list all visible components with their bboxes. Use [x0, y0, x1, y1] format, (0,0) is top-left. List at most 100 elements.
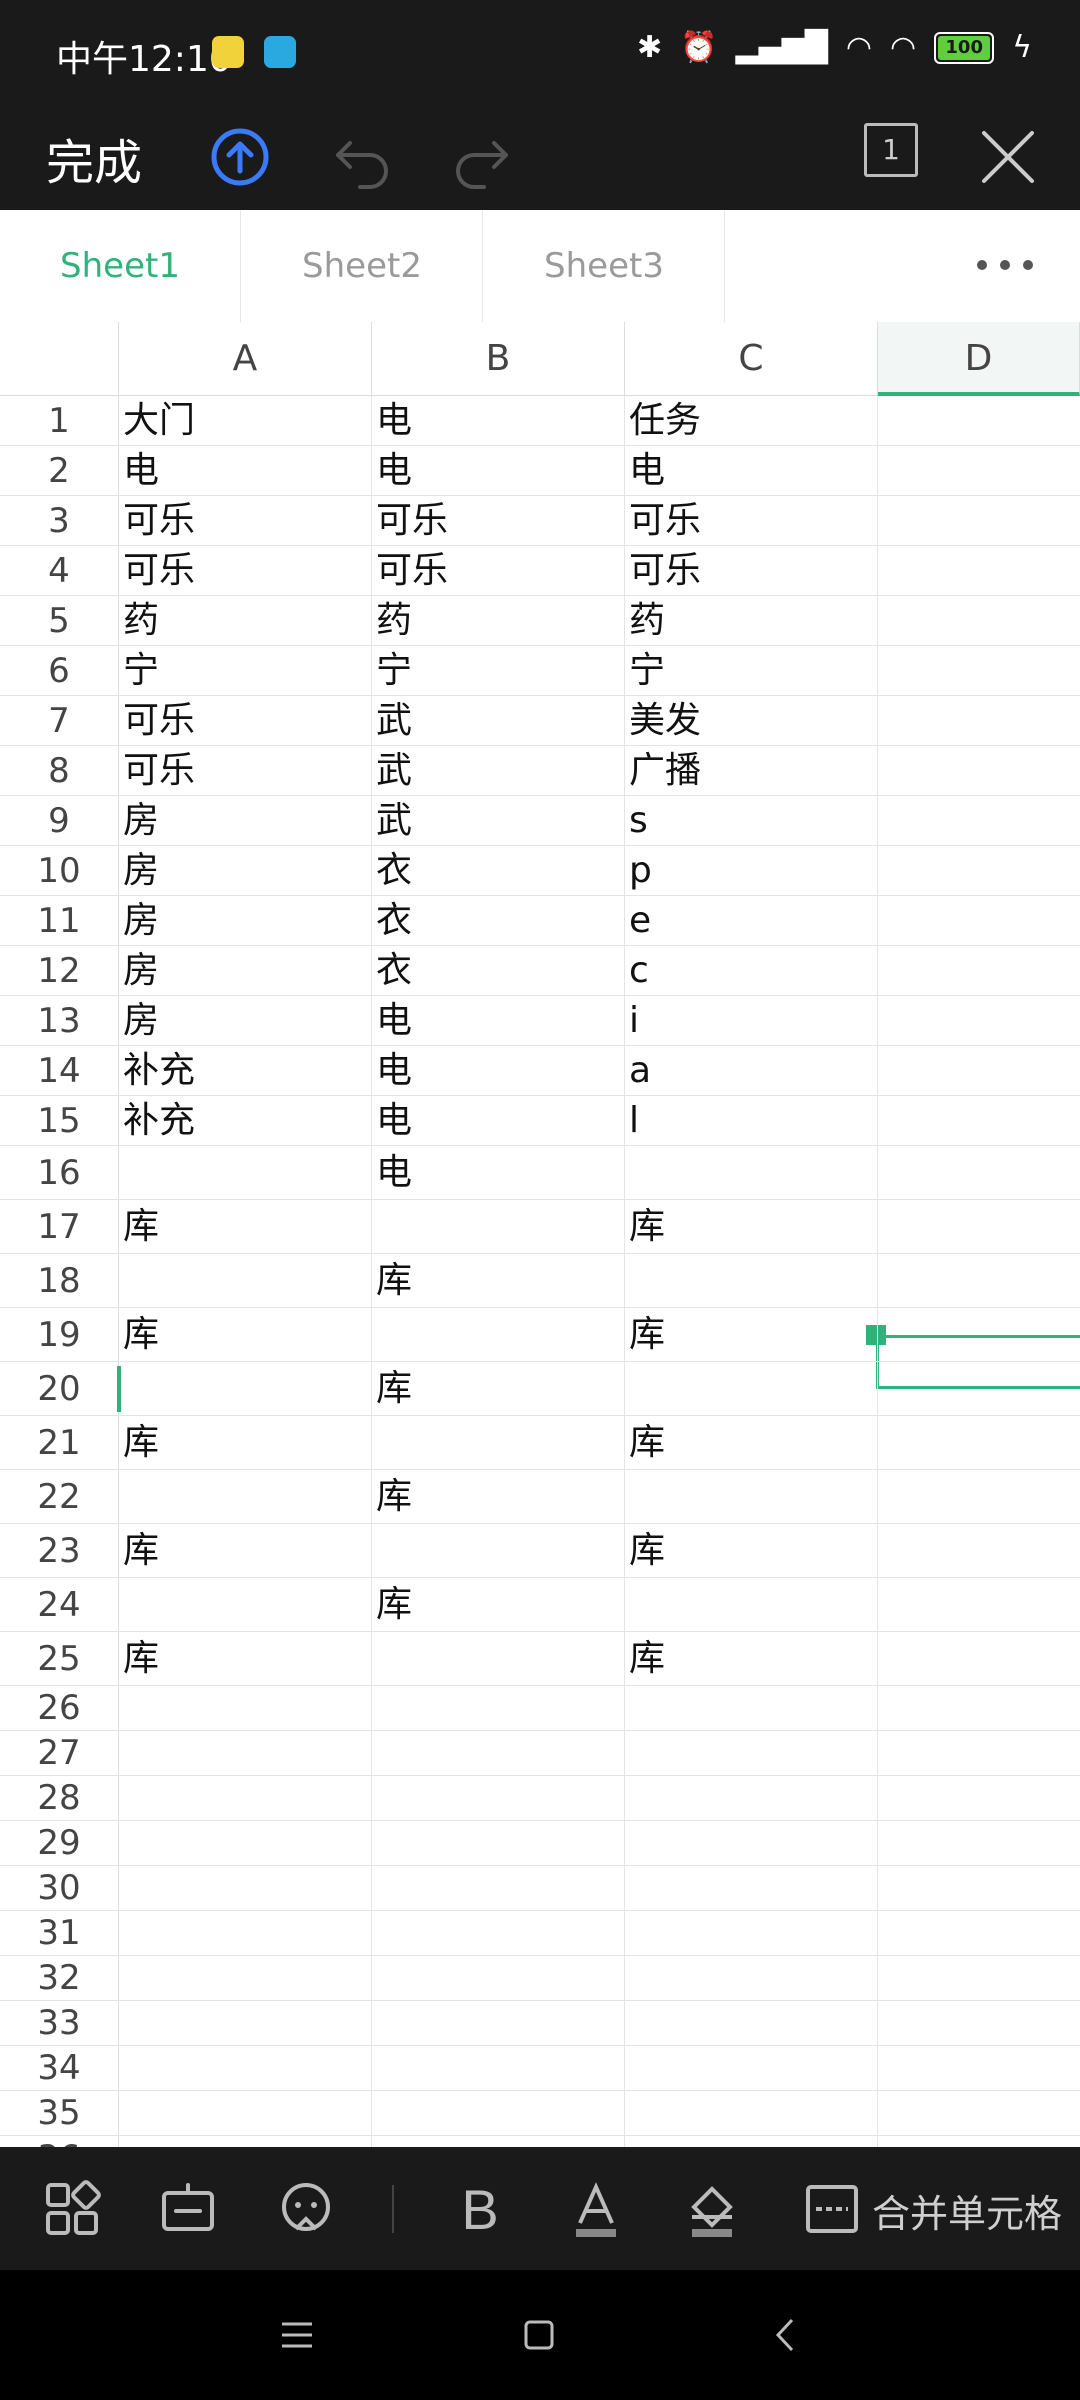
cell-c[interactable]: 电 — [625, 446, 878, 496]
cell-a[interactable]: 可乐 — [119, 696, 372, 746]
cell-a[interactable]: 房 — [119, 996, 372, 1046]
cell-b[interactable] — [372, 2046, 625, 2091]
cell-c[interactable]: 库 — [625, 1524, 878, 1578]
page-count-button[interactable]: 1 — [864, 123, 918, 177]
row-header[interactable]: 24 — [0, 1578, 119, 1632]
cell-c[interactable]: 药 — [625, 596, 878, 646]
cell-b[interactable]: 衣 — [372, 846, 625, 896]
cell-d[interactable] — [878, 1362, 1080, 1416]
cell-a[interactable]: 库 — [119, 1632, 372, 1686]
cell-b[interactable]: 库 — [372, 1578, 625, 1632]
cell-d[interactable] — [878, 1776, 1080, 1821]
cell-a[interactable] — [119, 2046, 372, 2091]
cell-a[interactable] — [119, 2091, 372, 2136]
cell-c[interactable] — [625, 1146, 878, 1200]
cell-a[interactable] — [119, 1578, 372, 1632]
row-header[interactable]: 19 — [0, 1308, 119, 1362]
cell-b[interactable] — [372, 1686, 625, 1731]
column-header-d[interactable]: D — [878, 322, 1080, 396]
cell-b[interactable]: 药 — [372, 596, 625, 646]
cell-c[interactable]: 库 — [625, 1416, 878, 1470]
cell-b[interactable] — [372, 1308, 625, 1362]
sticker-icon[interactable] — [274, 2177, 338, 2241]
cell-c[interactable] — [625, 1731, 878, 1776]
cell-b[interactable] — [372, 1524, 625, 1578]
cell-a[interactable] — [119, 1146, 372, 1200]
cell-d[interactable] — [878, 846, 1080, 896]
row-header[interactable]: 22 — [0, 1470, 119, 1524]
cell-d[interactable] — [878, 2001, 1080, 2046]
cell-a[interactable]: 库 — [119, 1416, 372, 1470]
cell-a[interactable] — [119, 1254, 372, 1308]
done-button[interactable]: 完成 — [46, 123, 142, 193]
cell-b[interactable] — [372, 1956, 625, 2001]
cell-d[interactable] — [878, 2046, 1080, 2091]
cell-b[interactable]: 库 — [372, 1254, 625, 1308]
cell-d[interactable] — [878, 2136, 1080, 2147]
cell-a[interactable]: 房 — [119, 896, 372, 946]
row-header[interactable]: 31 — [0, 1911, 119, 1956]
cell-b[interactable]: 电 — [372, 1096, 625, 1146]
cell-c[interactable] — [625, 1821, 878, 1866]
cell-b[interactable]: 衣 — [372, 896, 625, 946]
row-header[interactable]: 35 — [0, 2091, 119, 2136]
cell-c[interactable] — [625, 2046, 878, 2091]
cell-c[interactable] — [625, 1470, 878, 1524]
cell-c[interactable] — [625, 2001, 878, 2046]
cell-d[interactable] — [878, 1731, 1080, 1776]
cell-d[interactable] — [878, 2091, 1080, 2136]
cell-d[interactable] — [878, 1200, 1080, 1254]
bold-icon[interactable]: B — [448, 2177, 512, 2241]
cell-a[interactable] — [119, 1362, 372, 1416]
row-header[interactable]: 1 — [0, 396, 119, 446]
cell-d[interactable] — [878, 596, 1080, 646]
cell-d[interactable] — [878, 1416, 1080, 1470]
cell-a[interactable]: 库 — [119, 1524, 372, 1578]
cell-d[interactable] — [878, 1686, 1080, 1731]
cell-a[interactable]: 大门 — [119, 396, 372, 446]
cell-a[interactable] — [119, 2001, 372, 2046]
row-header[interactable]: 33 — [0, 2001, 119, 2046]
cell-d[interactable] — [878, 1254, 1080, 1308]
cell-b[interactable] — [372, 1866, 625, 1911]
corner-cell[interactable] — [0, 322, 119, 396]
cell-a[interactable] — [119, 1911, 372, 1956]
cell-a[interactable]: 库 — [119, 1308, 372, 1362]
cell-c[interactable]: i — [625, 996, 878, 1046]
undo-icon[interactable] — [320, 115, 404, 199]
cell-d[interactable] — [878, 1956, 1080, 2001]
keyboard-icon[interactable] — [156, 2177, 220, 2241]
cell-b[interactable]: 可乐 — [372, 546, 625, 596]
row-header[interactable]: 2 — [0, 446, 119, 496]
cell-b[interactable]: 电 — [372, 396, 625, 446]
cell-a[interactable] — [119, 1470, 372, 1524]
cell-d[interactable] — [878, 996, 1080, 1046]
tab-sheet3[interactable]: Sheet3 — [484, 210, 725, 322]
cell-c[interactable]: p — [625, 846, 878, 896]
cell-b[interactable] — [372, 2001, 625, 2046]
row-header[interactable]: 27 — [0, 1731, 119, 1776]
cell-d[interactable] — [878, 646, 1080, 696]
row-header[interactable]: 25 — [0, 1632, 119, 1686]
row-header[interactable]: 29 — [0, 1821, 119, 1866]
spreadsheet-grid[interactable]: A B C D 1 大门电任务 2 电电电 3 可乐 可乐 可乐 4 可乐 可乐 可乐 5 药药药 6 宁宁宁… — [0, 322, 1080, 2147]
merge-cells-label[interactable]: 合并单元格 — [872, 2183, 1062, 2238]
cell-a[interactable] — [119, 1821, 372, 1866]
cell-a[interactable]: 可乐 — [119, 546, 372, 596]
row-header[interactable]: 34 — [0, 2046, 119, 2091]
cell-d[interactable] — [878, 396, 1080, 446]
row-header[interactable]: 8 — [0, 746, 119, 796]
cell-c[interactable]: 库 — [625, 1200, 878, 1254]
selection-handle[interactable] — [866, 1325, 886, 1345]
row-header[interactable]: 16 — [0, 1146, 119, 1200]
tab-sheet2[interactable]: Sheet2 — [242, 210, 483, 322]
cell-b[interactable]: 电 — [372, 446, 625, 496]
cell-b[interactable] — [372, 1776, 625, 1821]
cell-d[interactable] — [878, 1046, 1080, 1096]
cell-c[interactable]: s — [625, 796, 878, 846]
cell-a[interactable]: 宁 — [119, 646, 372, 696]
cell-b[interactable]: 电 — [372, 996, 625, 1046]
cell-d[interactable] — [878, 796, 1080, 846]
cell-d[interactable] — [878, 746, 1080, 796]
cell-b[interactable]: 可乐 — [372, 496, 625, 546]
